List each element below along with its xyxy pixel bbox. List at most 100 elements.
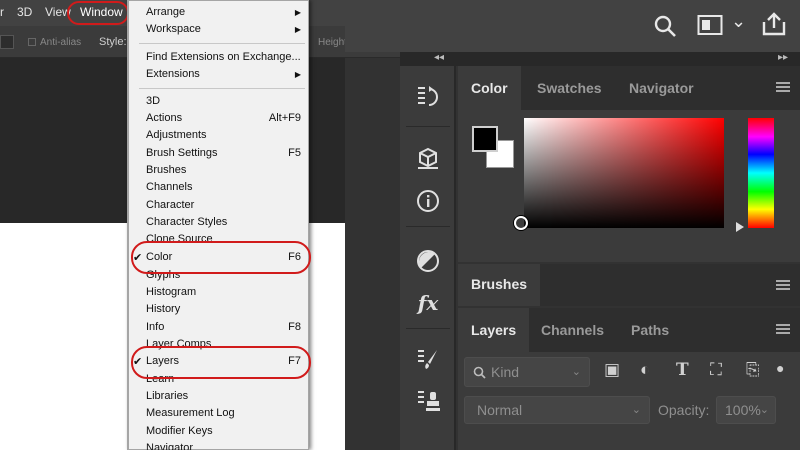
adjustments-icon[interactable]: [400, 242, 456, 280]
antialias-checkbox[interactable]: [28, 38, 36, 46]
tab-layers[interactable]: Layers: [458, 308, 530, 352]
tab-brushes[interactable]: Brushes: [458, 264, 541, 306]
opacity-label: Opacity:: [658, 402, 710, 418]
menu-item-label: Character: [146, 199, 195, 211]
submenu-arrow-icon: ▶: [294, 25, 301, 34]
layer-filter-select[interactable]: Kind ⌄: [464, 357, 590, 387]
submenu-arrow-icon: ▶: [294, 8, 301, 17]
hue-slider[interactable]: [748, 118, 774, 228]
filter-toggle-icon[interactable]: ●: [776, 360, 784, 376]
search-icon[interactable]: [653, 14, 677, 38]
history-icon[interactable]: [400, 78, 456, 116]
filter-shape-icon[interactable]: ⛶: [710, 360, 722, 380]
opacity-value: 100%: [725, 402, 761, 418]
foreground-color-swatch[interactable]: [472, 126, 498, 152]
menu-item-partial[interactable]: r: [0, 5, 4, 19]
menu-item-channels[interactable]: Channels: [146, 181, 301, 193]
collapse-left-icon[interactable]: ◂◂: [434, 52, 444, 63]
filter-smart-object-icon[interactable]: ⎘: [746, 360, 760, 380]
menu-item-3d[interactable]: 3D: [17, 5, 32, 19]
menu-item-clone-source[interactable]: Clone Source: [146, 233, 301, 245]
menu-item-character-styles[interactable]: Character Styles: [146, 216, 301, 228]
chevron-down-icon: ⌄: [631, 404, 641, 416]
menu-item-character[interactable]: Character: [146, 199, 301, 211]
window-menu-dropdown: Arrange ▶ Workspace ▶ Find Extensions on E…: [127, 0, 311, 450]
menu-item-label: Modifier Keys: [146, 425, 213, 437]
menu-item-layer-comps[interactable]: Layer Comps: [146, 338, 301, 350]
menu-item-label: Brushes: [146, 164, 187, 176]
share-icon[interactable]: [761, 11, 787, 37]
menu-item-measurement-log[interactable]: Measurement Log: [146, 407, 301, 419]
layers-panel-tabs: Layers Channels Paths: [458, 308, 800, 352]
opacity-input[interactable]: 100% ⌄: [716, 396, 776, 424]
menu-item-label: Brush Settings: [146, 147, 218, 159]
chevron-down-icon[interactable]: ⌄: [731, 12, 746, 30]
menu-item-libraries[interactable]: Libraries: [146, 390, 301, 402]
menu-separator: [139, 43, 305, 44]
blend-mode-select[interactable]: Normal ⌄: [464, 396, 650, 424]
color-panel-tabs: Color Swatches Navigator: [458, 66, 800, 110]
menu-item-label: Character Styles: [146, 216, 228, 228]
menu-item-label: History: [146, 303, 181, 315]
color-picker-field[interactable]: [524, 118, 724, 228]
menu-item-3d[interactable]: 3D: [146, 95, 301, 107]
menu-item-actions[interactable]: Actions Alt+F9: [146, 112, 301, 124]
panel-menu-icon[interactable]: [776, 280, 790, 290]
tool-separator: [406, 126, 450, 127]
color-picker-ring[interactable]: [514, 216, 528, 230]
collapse-right-icon[interactable]: ▸▸: [778, 52, 788, 63]
menu-item-label: Navigator: [146, 442, 194, 450]
menu-item-brushes[interactable]: Brushes: [146, 164, 301, 176]
submenu-arrow-icon: ▶: [294, 70, 301, 79]
menu-item-shortcut: F7: [288, 355, 301, 367]
brushes-panel-tabs: Brushes: [458, 264, 800, 306]
menu-item-find-extensions[interactable]: Find Extensions on Exchange...: [146, 51, 301, 63]
brushes-panel: Brushes: [458, 264, 800, 306]
filter-kind-label: Kind: [491, 364, 520, 380]
filter-adjustment-icon[interactable]: ◐: [640, 360, 650, 380]
menu-item-label: Arrange: [146, 6, 186, 18]
menu-item-history[interactable]: History: [146, 303, 301, 315]
menu-item-shortcut: F6: [288, 251, 301, 263]
menu-item-extensions[interactable]: Extensions ▶: [146, 68, 301, 80]
menu-item-modifier-keys[interactable]: Modifier Keys: [146, 425, 301, 437]
menu-item-navigator[interactable]: Navigator: [146, 442, 301, 450]
info-icon[interactable]: [400, 182, 456, 220]
clone-source-icon[interactable]: [400, 382, 456, 420]
menu-item-label: Glyphs: [146, 269, 181, 281]
style-label: Style:: [99, 36, 127, 48]
tab-navigator[interactable]: Navigator: [616, 66, 707, 110]
menu-item-learn[interactable]: Learn: [146, 373, 301, 385]
menu-item-histogram[interactable]: Histogram: [146, 286, 301, 298]
menu-item-workspace[interactable]: Workspace ▶: [146, 23, 301, 35]
brush-settings-icon[interactable]: [400, 340, 456, 378]
hue-slider-handle[interactable]: [736, 222, 744, 232]
tab-channels[interactable]: Channels: [528, 308, 617, 352]
menu-item-label: Info: [146, 321, 165, 333]
menu-item-shortcut: Alt+F9: [268, 112, 301, 124]
menu-item-info[interactable]: Info F8: [146, 321, 301, 333]
filter-pixel-icon[interactable]: ▣: [604, 360, 620, 380]
menu-item-label: Channels: [146, 181, 193, 193]
fx-styles-icon[interactable]: fx: [400, 284, 456, 322]
tab-color[interactable]: Color: [458, 66, 521, 110]
menu-item-color[interactable]: Color F6: [146, 251, 301, 263]
menu-item-adjustments[interactable]: Adjustments: [146, 129, 301, 141]
tool-separator: [406, 226, 450, 227]
chevron-down-icon: ⌄: [571, 366, 581, 378]
filter-type-icon[interactable]: T: [676, 360, 689, 380]
tab-swatches[interactable]: Swatches: [524, 66, 615, 110]
panel-menu-icon[interactable]: [776, 82, 790, 92]
options-swatch[interactable]: [0, 35, 14, 49]
menu-item-arrange[interactable]: Arrange ▶: [146, 6, 301, 18]
menu-separator: [139, 88, 305, 89]
tab-paths[interactable]: Paths: [618, 308, 682, 352]
panel-menu-icon[interactable]: [776, 324, 790, 334]
3d-cube-icon[interactable]: [400, 140, 456, 178]
workspace-icon[interactable]: [697, 14, 723, 36]
menu-item-glyphs[interactable]: Glyphs: [146, 269, 301, 281]
menu-item-layers[interactable]: Layers F7: [146, 355, 301, 367]
menu-item-shortcut: F8: [288, 321, 301, 333]
menu-item-label: Histogram: [146, 286, 197, 298]
menu-item-brush-settings[interactable]: Brush Settings F5: [146, 147, 301, 159]
